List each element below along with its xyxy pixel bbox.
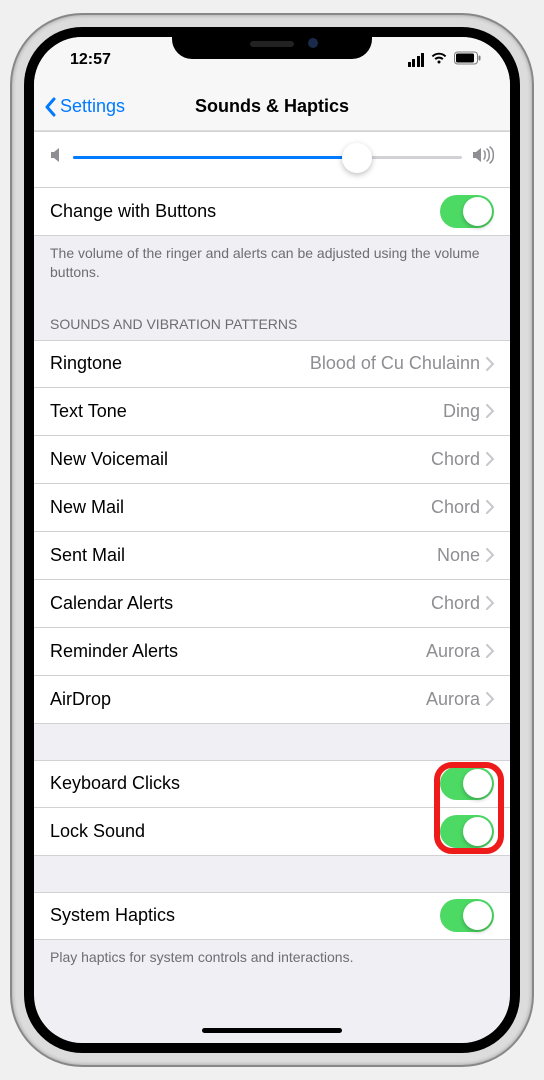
sent-mail-value: None <box>437 545 480 566</box>
lock-sound-label: Lock Sound <box>50 821 440 842</box>
chevron-right-icon <box>486 644 494 658</box>
chevron-right-icon <box>486 500 494 514</box>
home-indicator[interactable] <box>202 1028 342 1033</box>
calendar-alerts-row[interactable]: Calendar Alerts Chord <box>34 580 510 628</box>
sent-mail-row[interactable]: Sent Mail None <box>34 532 510 580</box>
change-with-buttons-toggle[interactable] <box>440 195 494 228</box>
text-tone-label: Text Tone <box>50 401 443 422</box>
new-mail-row[interactable]: New Mail Chord <box>34 484 510 532</box>
clock: 12:57 <box>70 51 111 69</box>
system-haptics-row: System Haptics <box>34 892 510 940</box>
chevron-right-icon <box>486 357 494 371</box>
reminder-alerts-value: Aurora <box>426 641 480 662</box>
calendar-alerts-label: Calendar Alerts <box>50 593 431 614</box>
calendar-alerts-value: Chord <box>431 593 480 614</box>
new-voicemail-label: New Voicemail <box>50 449 431 470</box>
keyboard-clicks-label: Keyboard Clicks <box>50 773 440 794</box>
keyboard-clicks-toggle[interactable] <box>440 767 494 800</box>
battery-icon <box>454 51 482 70</box>
status-icons <box>408 51 483 70</box>
text-tone-value: Ding <box>443 401 480 422</box>
volume-footer: The volume of the ringer and alerts can … <box>34 236 510 298</box>
screen: 12:57 Settings Sounds & Haptics <box>34 37 510 1043</box>
ringtone-row[interactable]: Ringtone Blood of Cu Chulainn <box>34 340 510 388</box>
back-label: Settings <box>60 96 125 117</box>
new-voicemail-value: Chord <box>431 449 480 470</box>
chevron-right-icon <box>486 596 494 610</box>
ringtone-value: Blood of Cu Chulainn <box>310 353 480 374</box>
lock-sound-row: Lock Sound <box>34 808 510 856</box>
reminder-alerts-row[interactable]: Reminder Alerts Aurora <box>34 628 510 676</box>
new-voicemail-row[interactable]: New Voicemail Chord <box>34 436 510 484</box>
chevron-right-icon <box>486 548 494 562</box>
speaker-high-icon <box>472 146 494 169</box>
lock-sound-toggle[interactable] <box>440 815 494 848</box>
volume-slider-row <box>34 131 510 188</box>
reminder-alerts-label: Reminder Alerts <box>50 641 426 662</box>
speaker-low-icon <box>50 147 63 168</box>
chevron-right-icon <box>486 692 494 706</box>
cellular-icon <box>408 53 425 67</box>
back-button[interactable]: Settings <box>44 96 125 117</box>
chevron-right-icon <box>486 404 494 418</box>
scroll-content[interactable]: Change with Buttons The volume of the ri… <box>34 131 510 1043</box>
wifi-icon <box>430 51 448 70</box>
nav-bar: Settings Sounds & Haptics <box>34 83 510 131</box>
sent-mail-label: Sent Mail <box>50 545 437 566</box>
airdrop-label: AirDrop <box>50 689 426 710</box>
new-mail-value: Chord <box>431 497 480 518</box>
change-with-buttons-row: Change with Buttons <box>34 188 510 236</box>
change-with-buttons-label: Change with Buttons <box>50 201 440 222</box>
system-haptics-label: System Haptics <box>50 905 440 926</box>
page-title: Sounds & Haptics <box>195 96 349 117</box>
new-mail-label: New Mail <box>50 497 431 518</box>
airdrop-row[interactable]: AirDrop Aurora <box>34 676 510 724</box>
keyboard-clicks-row: Keyboard Clicks <box>34 760 510 808</box>
ringtone-label: Ringtone <box>50 353 310 374</box>
volume-slider[interactable] <box>73 156 462 159</box>
airdrop-value: Aurora <box>426 689 480 710</box>
slider-fill <box>73 156 357 159</box>
haptics-footer: Play haptics for system controls and int… <box>34 940 510 983</box>
notch <box>172 27 372 59</box>
phone-bezel: 12:57 Settings Sounds & Haptics <box>24 27 520 1053</box>
chevron-right-icon <box>486 452 494 466</box>
phone-frame: 12:57 Settings Sounds & Haptics <box>12 15 532 1065</box>
system-haptics-toggle[interactable] <box>440 899 494 932</box>
sounds-section-header: SOUNDS AND VIBRATION PATTERNS <box>34 298 510 340</box>
slider-thumb[interactable] <box>342 143 372 173</box>
chevron-left-icon <box>44 97 56 117</box>
text-tone-row[interactable]: Text Tone Ding <box>34 388 510 436</box>
